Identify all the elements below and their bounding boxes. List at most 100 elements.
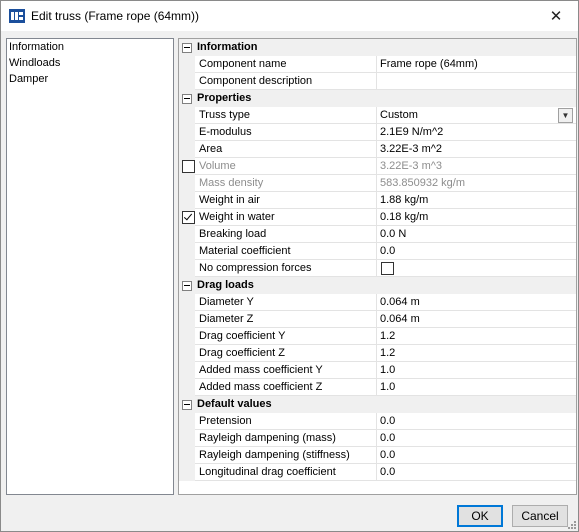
property-name: Drag coefficient Y (195, 328, 379, 345)
row-gutter (179, 56, 195, 73)
property-value[interactable]: 0.064 m (376, 294, 576, 311)
property-row-diameter-y: Diameter Y 0.064 m (179, 294, 576, 311)
row-gutter (179, 362, 195, 379)
row-gutter (179, 311, 195, 328)
collapse-icon[interactable] (182, 94, 192, 104)
property-value[interactable]: Custom ▼ (376, 107, 576, 124)
property-row-weight-in-water: Weight in water 0.18 kg/m (179, 209, 576, 226)
title-bar: Edit truss (Frame rope (64mm)) ✕ (1, 1, 578, 31)
property-value[interactable]: 0.0 (376, 430, 576, 447)
property-value[interactable]: 1.0 (376, 379, 576, 396)
property-value[interactable] (376, 260, 576, 277)
property-value[interactable]: 1.0 (376, 362, 576, 379)
property-name: Breaking load (195, 226, 379, 243)
close-icon[interactable]: ✕ (534, 1, 578, 31)
property-value-text: Frame rope (64mm) (380, 58, 478, 70)
collapse-icon[interactable] (182, 281, 192, 291)
row-gutter (179, 430, 195, 447)
property-value[interactable]: 0.0 N (376, 226, 576, 243)
row-gutter (179, 464, 195, 481)
property-row-longitudinal-drag-coefficient: Longitudinal drag coefficient 0.0 (179, 464, 576, 481)
property-row-truss-type: Truss type Custom ▼ (179, 107, 576, 124)
collapse-icon[interactable] (182, 400, 192, 410)
property-value[interactable]: 0.18 kg/m (376, 209, 576, 226)
property-row-no-compression-forces: No compression forces (179, 260, 576, 277)
property-name: Pretension (195, 413, 379, 430)
row-gutter (179, 73, 195, 90)
category-drag-loads[interactable]: Drag loads (179, 277, 576, 294)
property-value[interactable]: 1.88 kg/m (376, 192, 576, 209)
property-value-text: 0.0 (380, 466, 396, 478)
property-value-text: 3.22E-3 m^3 (380, 160, 443, 172)
property-value[interactable]: 0.0 (376, 464, 576, 481)
property-value[interactable]: 0.0 (376, 447, 576, 464)
row-gutter (179, 141, 195, 158)
row-gutter (179, 175, 195, 192)
category-information[interactable]: Information (179, 39, 576, 56)
property-row-pretension: Pretension 0.0 (179, 413, 576, 430)
property-value[interactable] (376, 73, 576, 90)
property-name: Drag coefficient Z (195, 345, 379, 362)
collapse-icon[interactable] (182, 43, 192, 53)
value-checkbox[interactable] (381, 262, 394, 275)
cancel-button[interactable]: Cancel (512, 505, 568, 527)
property-name: Diameter Z (195, 311, 379, 328)
property-value-text: 1.2 (380, 347, 396, 359)
property-name: No compression forces (195, 260, 379, 277)
property-name: Component description (195, 73, 379, 90)
property-value[interactable]: 0.0 (376, 243, 576, 260)
property-name: Longitudinal drag coefficient (195, 464, 379, 481)
property-value[interactable]: 3.22E-3 m^2 (376, 141, 576, 158)
property-value[interactable]: 1.2 (376, 328, 576, 345)
resize-grip-icon[interactable] (566, 519, 576, 529)
property-value[interactable]: 1.2 (376, 345, 576, 362)
property-row-weight-in-air: Weight in air 1.88 kg/m (179, 192, 576, 209)
row-gutter (179, 192, 195, 209)
property-value-text: 2.1E9 N/m^2 (380, 126, 444, 138)
property-name: Diameter Y (195, 294, 379, 311)
chevron-down-icon[interactable]: ▼ (558, 108, 573, 123)
property-row-rayleigh-dampening-mass: Rayleigh dampening (mass) 0.0 (179, 430, 576, 447)
property-value-text: Custom (380, 109, 418, 121)
property-value[interactable]: 0.0 (376, 413, 576, 430)
row-gutter (179, 209, 195, 226)
sidebar-item-windloads[interactable]: Windloads (9, 55, 60, 71)
property-name: Weight in water (195, 209, 379, 226)
property-name: Area (195, 141, 379, 158)
property-value[interactable]: Frame rope (64mm) (376, 56, 576, 73)
property-value-text: 0.0 (380, 432, 396, 444)
property-row-rayleigh-dampening-stiffness: Rayleigh dampening (stiffness) 0.0 (179, 447, 576, 464)
category-default-values[interactable]: Default values (179, 396, 576, 413)
property-override-checkbox[interactable] (182, 160, 195, 173)
dialog-window: Edit truss (Frame rope (64mm)) ✕ Informa… (0, 0, 579, 532)
row-gutter (179, 447, 195, 464)
row-gutter (179, 107, 195, 124)
property-value-text: 0.0 (380, 415, 396, 427)
property-row-component-description: Component description (179, 73, 576, 90)
sidebar-item-damper[interactable]: Damper (9, 71, 48, 87)
property-value-text: 0.064 m (380, 313, 420, 325)
row-gutter (179, 124, 195, 141)
window-title: Edit truss (Frame rope (64mm)) (31, 9, 200, 23)
property-value[interactable]: 0.064 m (376, 311, 576, 328)
property-name: Added mass coefficient Y (195, 362, 379, 379)
category-label: Properties (197, 92, 252, 104)
property-name: Rayleigh dampening (stiffness) (195, 447, 379, 464)
property-row-diameter-z: Diameter Z 0.064 m (179, 311, 576, 328)
property-value-text: 1.2 (380, 330, 396, 342)
property-name: Truss type (195, 107, 379, 124)
property-override-checkbox[interactable] (182, 211, 195, 224)
property-grid: Information Component name Frame rope (64m… (178, 38, 577, 495)
property-row-material-coefficient: Material coefficient 0.0 (179, 243, 576, 260)
row-gutter (179, 413, 195, 430)
row-gutter (179, 345, 195, 362)
category-properties[interactable]: Properties (179, 90, 576, 107)
property-value[interactable]: 2.1E9 N/m^2 (376, 124, 576, 141)
property-name: Mass density (195, 175, 379, 192)
property-name: Volume (195, 158, 379, 175)
property-row-added-mass-coefficient-z: Added mass coefficient Z 1.0 (179, 379, 576, 396)
ok-button[interactable]: OK (457, 505, 503, 527)
sidebar-item-information[interactable]: Information (9, 39, 64, 55)
property-value-text: 0.0 (380, 449, 396, 461)
property-row-mass-density: Mass density 583.850932 kg/m (179, 175, 576, 192)
